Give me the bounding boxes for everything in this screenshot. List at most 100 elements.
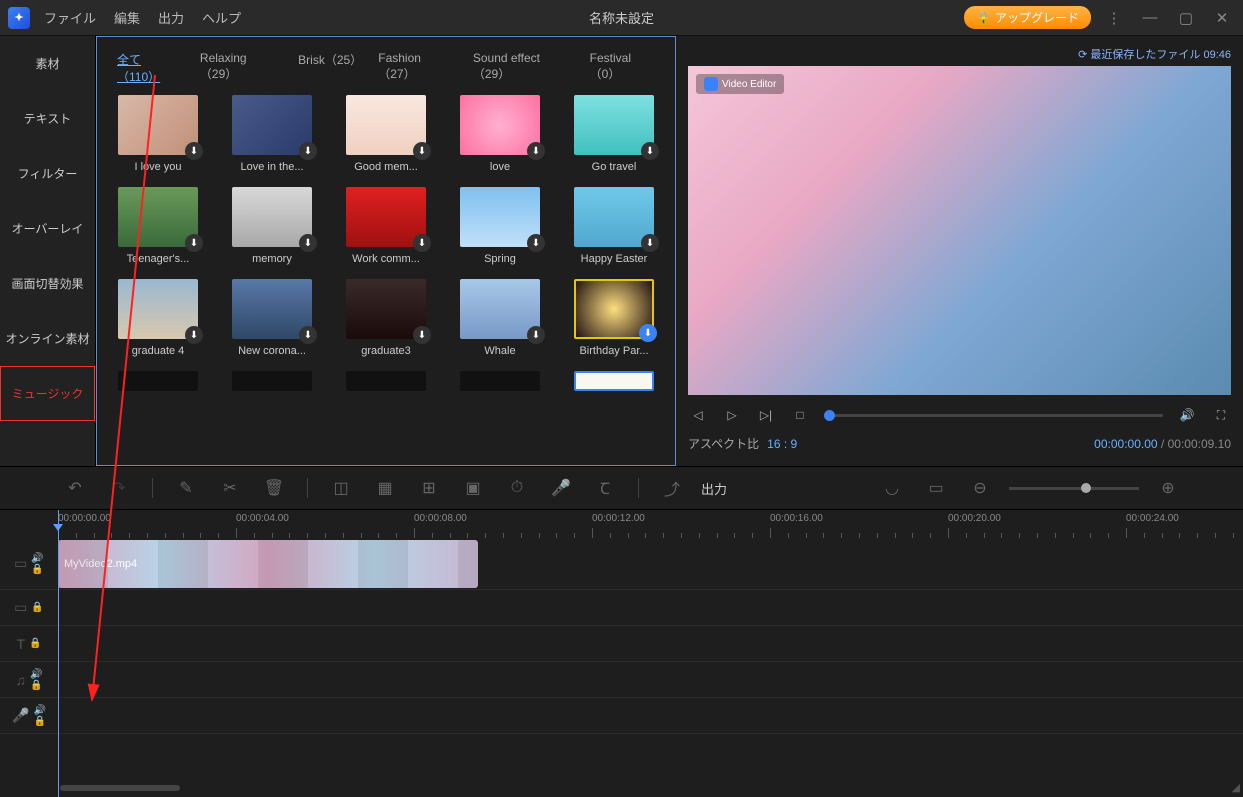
thumb-9[interactable]: ⬇Happy Easter [564, 187, 664, 265]
timeline-scrollbar[interactable] [60, 785, 180, 791]
download-icon[interactable]: ⬇ [185, 142, 203, 160]
next-frame-button[interactable]: ▷| [756, 405, 776, 425]
thumb-image[interactable]: ⬇ [460, 95, 540, 155]
thumb-13[interactable]: ⬇Whale [450, 279, 550, 357]
sidebar-item-1[interactable]: テキスト [0, 91, 95, 146]
video-track[interactable]: ▭🔊🔒 MyVideo2.mp4 [0, 538, 1243, 590]
download-icon[interactable]: ⬇ [527, 234, 545, 252]
download-icon[interactable]: ⬇ [527, 326, 545, 344]
sidebar-item-2[interactable]: フィルター [0, 146, 95, 201]
seek-bar[interactable] [824, 414, 1163, 417]
edit-icon[interactable]: ✎ [171, 473, 201, 503]
seek-handle[interactable] [824, 410, 835, 421]
thumb-8[interactable]: ⬇Spring [450, 187, 550, 265]
thumb-2[interactable]: ⬇Good mem... [336, 95, 436, 173]
pip-track[interactable]: ▭🔒 [0, 590, 1243, 626]
voiceover-track[interactable]: 🎤🔊🔒 [0, 698, 1243, 734]
category-tab-1[interactable]: Relaxing（29） [200, 51, 276, 85]
menu-file[interactable]: ファイル [44, 8, 96, 27]
play-button[interactable]: ▷ [722, 405, 742, 425]
minimize-button[interactable]: — [1137, 5, 1163, 31]
thumb-image[interactable]: ⬇ [460, 187, 540, 247]
thumb-7[interactable]: ⬇Work comm... [336, 187, 436, 265]
category-tab-2[interactable]: Brisk（25） [298, 51, 356, 85]
speed-icon[interactable]: ⏱ [502, 473, 532, 503]
resize-grip-icon[interactable]: ◢ [1232, 781, 1240, 794]
thumb-image[interactable]: ⬇ [346, 187, 426, 247]
thumb-image[interactable]: ⬇ [232, 95, 312, 155]
download-icon[interactable]: ⬇ [299, 142, 317, 160]
thumb-image[interactable]: ⬇ [118, 95, 198, 155]
stop-button[interactable]: □ [790, 405, 810, 425]
download-icon[interactable]: ⬇ [413, 142, 431, 160]
redo-button[interactable]: ↷ [104, 473, 134, 503]
zoom-slider[interactable] [1009, 487, 1139, 490]
undo-button[interactable]: ↶ [60, 473, 90, 503]
thumb-image[interactable]: ⬇ [232, 279, 312, 339]
video-clip[interactable]: MyVideo2.mp4 [58, 540, 478, 588]
category-tab-5[interactable]: Festival（0） [590, 51, 655, 85]
thumb-image[interactable]: ⬇ [346, 95, 426, 155]
volume-icon[interactable]: 🔊 [1177, 405, 1197, 425]
freeze-icon[interactable]: ▣ [458, 473, 488, 503]
thumb-image[interactable]: ⬇ [232, 187, 312, 247]
cut-icon[interactable]: ✂ [215, 473, 245, 503]
thumb-10[interactable]: ⬇graduate 4 [108, 279, 208, 357]
music-track[interactable]: ♫🔊🔒 [0, 662, 1243, 698]
download-icon[interactable]: ⬇ [641, 234, 659, 252]
detach-icon[interactable]: ▭ [921, 473, 951, 503]
thumb-image[interactable]: ⬇ [118, 279, 198, 339]
category-tab-3[interactable]: Fashion（27） [378, 51, 451, 85]
more-icon[interactable]: ⋮ [1101, 5, 1127, 31]
zoom-handle[interactable] [1081, 483, 1091, 493]
video-viewport[interactable]: Video Editor [688, 66, 1231, 395]
thumb-6[interactable]: ⬇memory [222, 187, 322, 265]
text-track[interactable]: T🔒 [0, 626, 1243, 662]
download-icon[interactable]: ⬇ [299, 234, 317, 252]
thumb-11[interactable]: ⬇New corona... [222, 279, 322, 357]
thumb-image[interactable]: ⬇ [460, 279, 540, 339]
menu-help[interactable]: ヘルプ [202, 8, 241, 27]
crop-icon[interactable]: ◫ [326, 473, 356, 503]
thumb-image[interactable]: ⬇ [574, 279, 654, 339]
download-icon[interactable]: ⬇ [299, 326, 317, 344]
thumb-4[interactable]: ⬇Go travel [564, 95, 664, 173]
thumb-14[interactable]: ⬇Birthday Par... [564, 279, 664, 357]
playhead[interactable] [58, 510, 59, 797]
sidebar-item-3[interactable]: オーバーレイ [0, 201, 95, 256]
fullscreen-icon[interactable]: ⛶ [1211, 405, 1231, 425]
split-icon[interactable]: ⊞ [414, 473, 444, 503]
thumb-image[interactable]: ⬇ [574, 95, 654, 155]
download-icon[interactable]: ⬇ [413, 326, 431, 344]
sidebar-item-5[interactable]: オンライン素材 [0, 311, 95, 366]
thumb-image[interactable]: ⬇ [574, 187, 654, 247]
aspect-ratio-label[interactable]: アスペクト比16 : 9 [688, 435, 797, 452]
category-tab-0[interactable]: 全て（110） [117, 51, 178, 85]
export-label[interactable]: 出力 [701, 479, 727, 498]
menu-export[interactable]: 出力 [158, 8, 184, 27]
thumb-3[interactable]: ⬇love [450, 95, 550, 173]
sidebar-item-4[interactable]: 画面切替効果 [0, 256, 95, 311]
thumb-image[interactable]: ⬇ [118, 187, 198, 247]
maximize-button[interactable]: ▢ [1173, 5, 1199, 31]
sidebar-item-0[interactable]: 素材 [0, 36, 95, 91]
thumb-image[interactable]: ⬇ [346, 279, 426, 339]
thumb-5[interactable]: ⬇Teenager's... [108, 187, 208, 265]
marker-icon[interactable]: ◡ [877, 473, 907, 503]
thumb-12[interactable]: ⬇graduate3 [336, 279, 436, 357]
thumbnail-scroll[interactable]: ⬇I love you⬇Love in the...⬇Good mem...⬇l… [97, 95, 675, 465]
text-icon[interactable]: Ꞇ [590, 473, 620, 503]
speaker-icon[interactable]: 🔊🔒 [31, 553, 43, 575]
delete-icon[interactable]: 🗑 [259, 473, 289, 503]
thumb-1[interactable]: ⬇Love in the... [222, 95, 322, 173]
download-icon[interactable]: ⬇ [185, 234, 203, 252]
upgrade-button[interactable]: 🔒アップグレード [964, 6, 1091, 29]
export-icon[interactable]: ⤴ [657, 473, 687, 503]
mosaic-icon[interactable]: ▦ [370, 473, 400, 503]
zoom-out-button[interactable]: ⊖ [965, 473, 995, 503]
sidebar-item-6[interactable]: ミュージック [0, 366, 95, 421]
download-icon[interactable]: ⬇ [185, 326, 203, 344]
menu-edit[interactable]: 編集 [114, 8, 140, 27]
download-icon[interactable]: ⬇ [527, 142, 545, 160]
category-tab-4[interactable]: Sound effect（29） [473, 51, 568, 85]
